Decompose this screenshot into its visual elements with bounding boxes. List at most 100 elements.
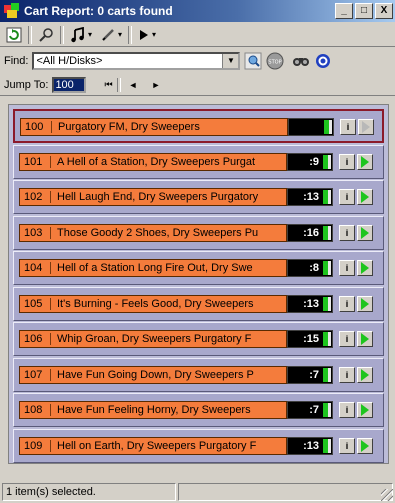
status-text: 1 item(s) selected. [2, 483, 176, 501]
info-icon[interactable]: i [339, 153, 355, 170]
chevron-down-icon[interactable]: ▾ [118, 30, 122, 39]
close-button[interactable]: X [375, 3, 393, 19]
info-icon[interactable]: i [339, 402, 355, 418]
prev-button[interactable]: ◄ [129, 80, 138, 90]
cart-row[interactable]: 100 Purgatory FM, Dry Sweepers i [13, 109, 384, 143]
refresh-icon[interactable] [4, 25, 24, 45]
level-meter-icon [323, 332, 331, 346]
cart-row[interactable]: 108 Have Fun Feeling Horny, Dry Sweepers:… [13, 393, 384, 427]
minimize-button[interactable]: _ [335, 3, 353, 19]
cart-row[interactable]: 103 Those Goody 2 Shoes, Dry Sweepers Pu:… [13, 215, 384, 250]
binoculars-icon[interactable] [292, 52, 310, 70]
cart-label[interactable]: 104 Hell of a Station Long Fire Out, Dry … [19, 259, 287, 277]
cart-label[interactable]: 100 Purgatory FM, Dry Sweepers [20, 118, 288, 136]
play-icon[interactable] [357, 260, 373, 276]
cart-label[interactable]: 106 Whip Groan, Dry Sweepers Purgatory F [19, 330, 287, 348]
play-icon[interactable] [357, 331, 373, 347]
cart-label[interactable]: 102 Hell Laugh End, Dry Sweepers Purgator… [19, 188, 287, 206]
target-icon[interactable] [314, 52, 332, 70]
cart-number: 103 [20, 226, 51, 239]
play-icon[interactable]: ▾ [136, 25, 158, 45]
chevron-down-icon[interactable]: ▾ [152, 30, 156, 39]
chevron-down-icon[interactable]: ▼ [222, 54, 239, 68]
level-meter-icon [323, 190, 331, 204]
level-meter-icon [323, 403, 331, 417]
find-select[interactable]: <All H/Disks> ▼ [32, 52, 241, 70]
maximize-button[interactable]: □ [355, 3, 373, 19]
status-bar: 1 item(s) selected. [0, 481, 395, 503]
find-row: Find: <All H/Disks> ▼ STOP [0, 50, 395, 72]
cart-label[interactable]: 107 Have Fun Going Down, Dry Sweepers P [19, 365, 287, 384]
cart-title: Hell on Earth, Dry Sweepers Purgatory F [57, 439, 257, 452]
cart-row[interactable]: 106 Whip Groan, Dry Sweepers Purgatory F:… [13, 322, 384, 356]
level-meter-icon [323, 225, 331, 240]
cart-number: 107 [20, 368, 51, 381]
search-icon[interactable] [36, 25, 56, 45]
toolbar: ▾ ▾ ▾ [0, 23, 395, 47]
play-icon[interactable] [357, 366, 373, 383]
resize-grip-icon[interactable] [381, 489, 393, 501]
cart-label[interactable]: 109 Hell on Earth, Dry Sweepers Purgatory… [19, 436, 287, 455]
find-label: Find: [4, 55, 29, 67]
info-icon[interactable]: i [339, 331, 355, 347]
cart-title: Hell of a Station Long Fire Out, Dry Swe [57, 262, 253, 274]
cart-number: 100 [21, 121, 52, 133]
cart-row[interactable]: 102 Hell Laugh End, Dry Sweepers Purgator… [13, 180, 384, 214]
cart-title: Whip Groan, Dry Sweepers Purgatory F [57, 333, 252, 345]
cart-title: Hell Laugh End, Dry Sweepers Purgatory [57, 191, 259, 203]
find-select-value: <All H/Disks> [36, 55, 103, 67]
cart-number: 106 [20, 333, 51, 345]
cart-row[interactable]: 101 A Hell of a Station, Dry Sweepers Pur… [13, 144, 384, 179]
status-panel [178, 483, 393, 501]
level-meter-icon [323, 261, 331, 275]
cart-row[interactable]: 104 Hell of a Station Long Fire Out, Dry … [13, 251, 384, 285]
cart-number: 102 [20, 191, 51, 203]
cart-title: A Hell of a Station, Dry Sweepers Purgat [57, 155, 256, 168]
app-icon [4, 3, 20, 19]
chevron-down-icon[interactable]: ▾ [88, 30, 92, 39]
next-button[interactable]: ► [151, 80, 160, 90]
cart-label[interactable]: 103 Those Goody 2 Shoes, Dry Sweepers Pu [19, 223, 287, 242]
svg-text:STOP: STOP [269, 60, 282, 66]
title-bar: Cart Report: 0 carts found _ □ X [0, 0, 395, 22]
info-icon[interactable]: i [339, 224, 355, 241]
cart-list[interactable]: 100 Purgatory FM, Dry Sweepers i 101 A Hell … [8, 104, 389, 464]
stop-icon[interactable]: STOP [266, 52, 284, 70]
level-meter-icon [324, 120, 332, 134]
first-button[interactable]: ⏮ [104, 79, 112, 90]
cart-label[interactable]: 108 Have Fun Feeling Horny, Dry Sweepers [19, 401, 287, 419]
cart-number: 105 [20, 297, 51, 310]
info-icon[interactable]: i [339, 437, 355, 454]
play-icon[interactable] [358, 119, 374, 135]
music-note-icon[interactable]: ▾ [68, 25, 94, 45]
cart-row[interactable]: 107 Have Fun Going Down, Dry Sweepers P:7… [13, 357, 384, 392]
info-icon[interactable]: i [339, 366, 355, 383]
cart-title: It's Burning - Feels Good, Dry Sweepers [57, 297, 254, 310]
window-title: Cart Report: 0 carts found [24, 4, 173, 18]
cart-number: 101 [20, 155, 51, 168]
cart-label[interactable]: 101 A Hell of a Station, Dry Sweepers Pur… [19, 152, 287, 171]
info-icon[interactable]: i [339, 260, 355, 276]
cart-number: 109 [20, 439, 51, 452]
cart-label[interactable]: 105 It's Burning - Feels Good, Dry Sweepe… [19, 294, 287, 313]
play-icon[interactable] [357, 295, 373, 312]
cart-row[interactable]: 109 Hell on Earth, Dry Sweepers Purgatory… [13, 428, 384, 463]
play-icon[interactable] [357, 189, 373, 205]
play-icon[interactable] [357, 402, 373, 418]
pen-icon[interactable]: ▾ [98, 25, 124, 45]
jump-input[interactable]: 100 [52, 76, 87, 93]
info-icon[interactable]: i [339, 295, 355, 312]
cart-number: 108 [20, 404, 51, 416]
cart-row[interactable]: 105 It's Burning - Feels Good, Dry Sweepe… [13, 286, 384, 321]
cart-title: Those Goody 2 Shoes, Dry Sweepers Pu [57, 226, 259, 239]
play-icon[interactable] [357, 153, 373, 170]
play-icon[interactable] [357, 437, 373, 454]
jump-row: Jump To: 100 ⏮ ◄ ► [0, 74, 395, 96]
info-icon[interactable]: i [339, 189, 355, 205]
info-icon[interactable]: i [340, 119, 356, 135]
level-meter-icon [323, 367, 331, 382]
level-meter-icon [323, 154, 331, 169]
play-icon[interactable] [357, 224, 373, 241]
search-go-icon[interactable] [244, 52, 262, 70]
jump-label: Jump To: [4, 78, 49, 91]
